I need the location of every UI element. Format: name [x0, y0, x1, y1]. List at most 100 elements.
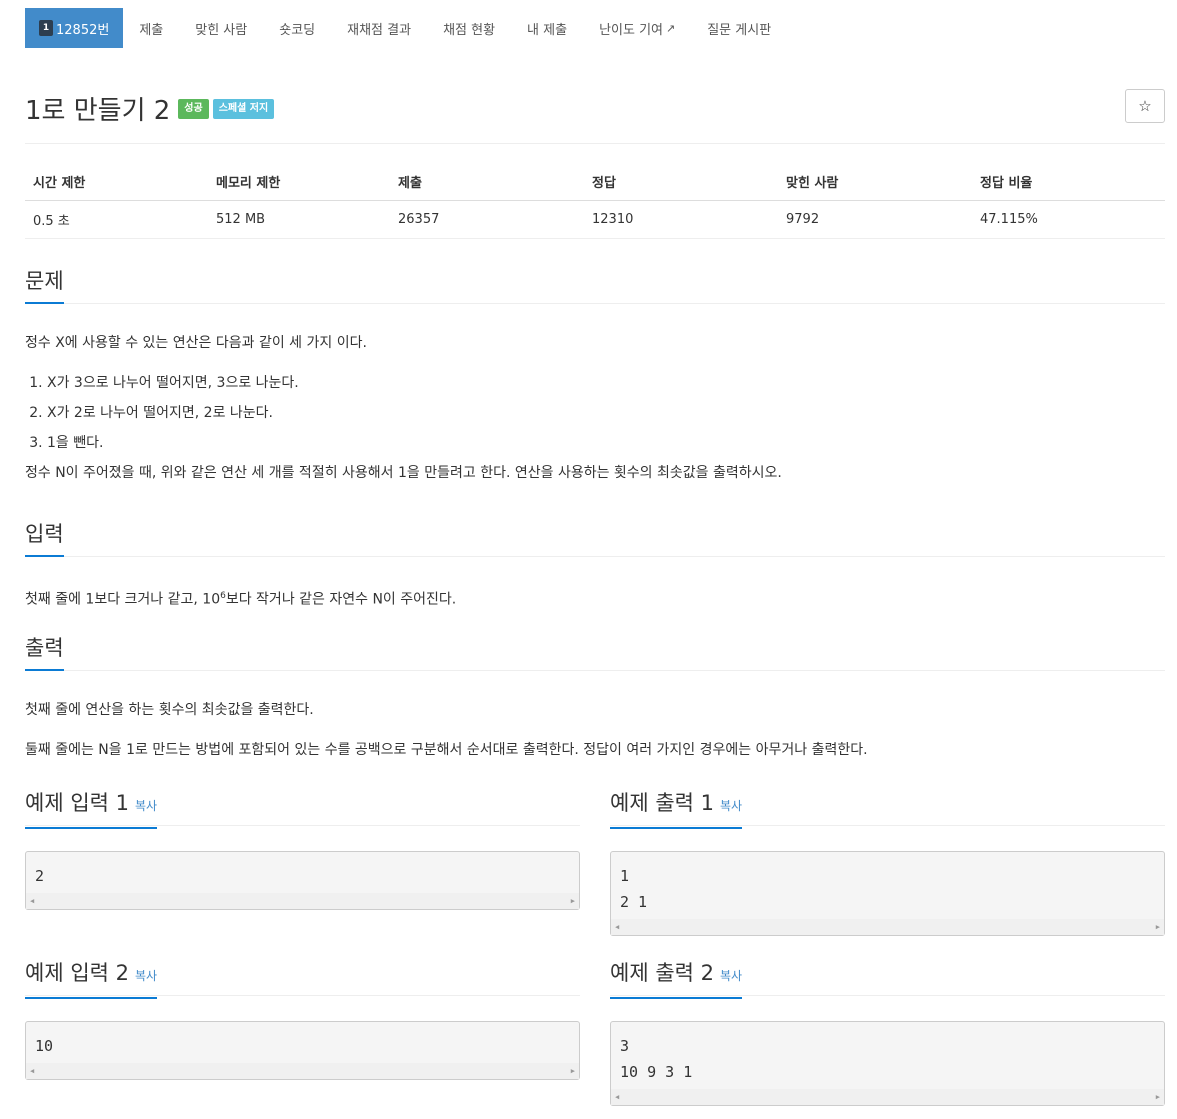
- value-submissions: 26357: [390, 200, 584, 239]
- horizontal-scrollbar[interactable]: ◀ ▶: [611, 919, 1164, 935]
- sample-input-1-content: 2: [35, 867, 45, 885]
- sample-output-2-heading-bar: 예제 출력 2 복사: [610, 960, 1165, 999]
- sample-output-2-box[interactable]: 3 10 9 3 1 ◀ ▶: [610, 1021, 1165, 1106]
- tier-icon: 1: [39, 20, 53, 36]
- external-link-icon: ↗: [666, 21, 676, 35]
- scroll-left-icon: ◀: [30, 897, 35, 905]
- value-ratio: 47.115%: [972, 200, 1165, 239]
- sample-input-1-box[interactable]: 2 ◀ ▶: [25, 851, 580, 910]
- sample-output-1-heading-bar: 예제 출력 1 복사: [610, 790, 1165, 829]
- title-row: 1로 만들기 2 성공 스페셜 저지: [25, 90, 275, 127]
- header-ratio: 정답 비율: [972, 164, 1165, 201]
- nav-submit[interactable]: 제출: [123, 8, 179, 48]
- star-icon: ☆: [1138, 97, 1152, 115]
- value-solved-users: 9792: [778, 200, 972, 239]
- problem-intro: 정수 X에 사용할 수 있는 연산은 다음과 같이 세 가지 이다.: [25, 335, 367, 351]
- input-text-before: 첫째 줄에 1보다 크거나 같고, 10: [25, 591, 221, 608]
- scroll-left-icon: ◀: [615, 923, 620, 931]
- nav-short-coding-label: 숏코딩: [279, 22, 316, 38]
- output-line-2: 둘째 줄에는 N을 1로 만드는 방법에 포함되어 있는 수를 공백으로 구분해…: [25, 742, 868, 758]
- header-accepted: 정답: [584, 164, 778, 201]
- output-line-1: 첫째 줄에 연산을 하는 횟수의 최솟값을 출력한다.: [25, 702, 314, 718]
- nav-rejudge-label: 재채점 결과: [347, 22, 412, 38]
- list-item: X가 3으로 나누어 떨어지면, 3으로 나눈다.: [47, 373, 1165, 393]
- output-heading: 출력: [25, 635, 64, 671]
- input-heading-bar: 입력: [25, 521, 1165, 557]
- nav-short-coding[interactable]: 숏코딩: [263, 8, 331, 48]
- nav-difficulty-label: 난이도 기여: [599, 22, 663, 38]
- nav-difficulty[interactable]: 난이도 기여 ↗: [583, 8, 691, 48]
- nav-board-label: 질문 게시판: [707, 22, 772, 38]
- nav-problem-number-label: 12852번: [56, 22, 110, 38]
- sample-output-1: 예제 출력 1 복사 1 2 1 ◀ ▶: [610, 790, 1165, 936]
- nav-status-label: 채점 현황: [443, 22, 496, 38]
- sample-input-1: 예제 입력 1 복사 2 ◀ ▶: [25, 790, 580, 910]
- copy-button[interactable]: 복사: [135, 799, 157, 813]
- problem-heading: 문제: [25, 268, 64, 304]
- nav-my-submissions-label: 내 제출: [527, 22, 568, 38]
- list-item: X가 2로 나누어 떨어지면, 2로 나눈다.: [47, 403, 1165, 423]
- value-memory-limit: 512 MB: [208, 200, 390, 239]
- header-memory-limit: 메모리 제한: [208, 164, 390, 201]
- nav-my-submissions[interactable]: 내 제출: [511, 8, 583, 48]
- nav-rejudge[interactable]: 재채점 결과: [331, 8, 427, 48]
- problem-info-table: 시간 제한 메모리 제한 제출 정답 맞힌 사람 정답 비율 0.5 초 512…: [25, 164, 1165, 239]
- sample-input-1-heading: 예제 입력 1 복사: [25, 790, 158, 829]
- divider: [25, 143, 1165, 144]
- copy-button[interactable]: 복사: [720, 969, 742, 983]
- list-item: 1을 뺀다.: [47, 433, 1165, 453]
- scroll-right-icon: ▶: [1155, 1093, 1160, 1101]
- success-badge: 성공: [178, 98, 209, 119]
- sample-output-1-content: 1 2 1: [620, 867, 648, 911]
- problem-section: 문제 정수 X에 사용할 수 있는 연산은 다음과 같이 세 가지 이다. X가…: [25, 268, 1165, 483]
- sample-input-1-heading-bar: 예제 입력 1 복사: [25, 790, 580, 829]
- output-heading-bar: 출력: [25, 635, 1165, 671]
- sample-output-2-title: 예제 출력 2: [610, 961, 714, 985]
- operation-list: X가 3으로 나누어 떨어지면, 3으로 나눈다. X가 2로 나누어 떨어지면…: [47, 373, 1165, 453]
- nav-solved-users-label: 맞힌 사람: [195, 22, 248, 38]
- nav-submit-label: 제출: [139, 22, 164, 38]
- problem-nav: 1 12852번 제출 맞힌 사람 숏코딩 재채점 결과 채점 현황 내 제출 …: [25, 8, 787, 48]
- sample-output-2-heading: 예제 출력 2 복사: [610, 960, 743, 999]
- horizontal-scrollbar[interactable]: ◀ ▶: [26, 1063, 579, 1079]
- problem-heading-bar: 문제: [25, 268, 1165, 304]
- sample-input-2-title: 예제 입력 2: [25, 961, 129, 985]
- table-row: 0.5 초 512 MB 26357 12310 9792 47.115%: [25, 200, 1165, 239]
- problem-title: 1로 만들기 2: [25, 96, 171, 126]
- sample-input-2-box[interactable]: 10 ◀ ▶: [25, 1021, 580, 1080]
- input-text: 첫째 줄에 1보다 크거나 같고, 106보다 작거나 같은 자연수 N이 주어…: [25, 586, 1165, 610]
- copy-button[interactable]: 복사: [720, 799, 742, 813]
- problem-page: 1 12852번 제출 맞힌 사람 숏코딩 재채점 결과 채점 현황 내 제출 …: [0, 0, 1177, 1119]
- sample-output-1-box[interactable]: 1 2 1 ◀ ▶: [610, 851, 1165, 936]
- header-submissions: 제출: [390, 164, 584, 201]
- nav-solved-users[interactable]: 맞힌 사람: [179, 8, 263, 48]
- sample-input-2-heading: 예제 입력 2 복사: [25, 960, 158, 999]
- problem-body: 정수 N이 주어졌을 때, 위와 같은 연산 세 개를 적절히 사용해서 1을 …: [25, 465, 782, 481]
- header-solved-users: 맞힌 사람: [778, 164, 972, 201]
- sample-output-2: 예제 출력 2 복사 3 10 9 3 1 ◀ ▶: [610, 960, 1165, 1106]
- table-header-row: 시간 제한 메모리 제한 제출 정답 맞힌 사람 정답 비율: [25, 164, 1165, 201]
- nav-board[interactable]: 질문 게시판: [691, 8, 787, 48]
- sample-output-1-heading: 예제 출력 1 복사: [610, 790, 743, 829]
- input-section: 입력 첫째 줄에 1보다 크거나 같고, 106보다 작거나 같은 자연수 N이…: [25, 521, 1165, 610]
- header-time-limit: 시간 제한: [25, 164, 208, 201]
- scroll-right-icon: ▶: [1155, 923, 1160, 931]
- sample-output-1-title: 예제 출력 1: [610, 791, 714, 815]
- input-heading: 입력: [25, 521, 64, 557]
- scroll-left-icon: ◀: [30, 1067, 35, 1075]
- input-text-after: 보다 작거나 같은 자연수 N이 주어진다.: [225, 591, 457, 608]
- value-accepted: 12310: [584, 200, 778, 239]
- scroll-right-icon: ▶: [570, 1067, 575, 1075]
- nav-problem-number[interactable]: 1 12852번: [25, 8, 124, 48]
- copy-button[interactable]: 복사: [135, 969, 157, 983]
- horizontal-scrollbar[interactable]: ◀ ▶: [611, 1089, 1164, 1105]
- value-time-limit: 0.5 초: [25, 200, 208, 239]
- output-section: 출력 첫째 줄에 연산을 하는 횟수의 최솟값을 출력한다. 둘째 줄에는 N을…: [25, 635, 1165, 760]
- special-judge-badge: 스페셜 저지: [212, 98, 275, 119]
- scroll-right-icon: ▶: [570, 897, 575, 905]
- sample-input-2-content: 10: [35, 1037, 54, 1055]
- nav-status[interactable]: 채점 현황: [427, 8, 511, 48]
- horizontal-scrollbar[interactable]: ◀ ▶: [26, 893, 579, 909]
- sample-output-2-content: 3 10 9 3 1: [620, 1037, 693, 1081]
- favorite-button[interactable]: ☆: [1125, 89, 1165, 123]
